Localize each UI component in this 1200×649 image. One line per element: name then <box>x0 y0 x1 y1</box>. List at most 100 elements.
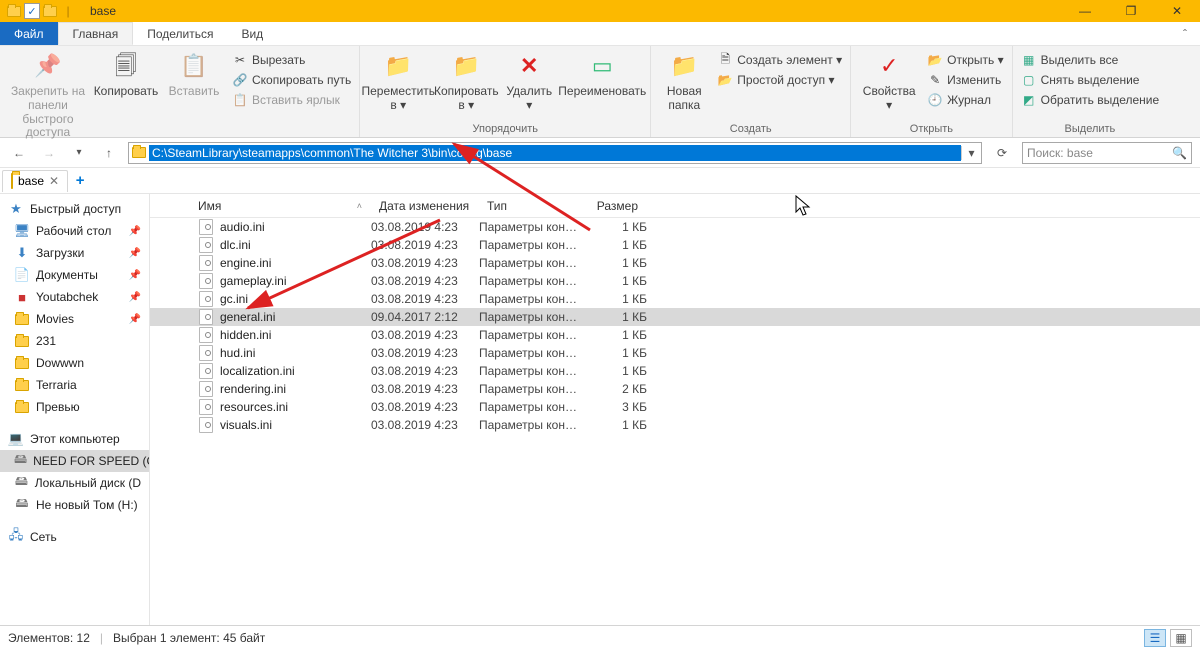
col-name[interactable]: Имя˄ <box>150 194 371 217</box>
minimize-button[interactable]: — <box>1062 0 1108 22</box>
navigation-pane[interactable]: ★Быстрый доступ 🖥Рабочий стол📌 ⬇Загрузки… <box>0 194 150 625</box>
home-tab[interactable]: Главная <box>58 22 134 45</box>
nav-movies[interactable]: Movies📌 <box>0 308 149 330</box>
new-group-title: Создать <box>659 121 842 135</box>
close-tab-icon[interactable]: ✕ <box>49 174 59 188</box>
paste-label: Вставить <box>169 85 220 99</box>
address-dropdown-icon[interactable]: ▾ <box>961 146 981 160</box>
file-row[interactable]: engine.ini03.08.2019 4:23Параметры конф.… <box>150 254 1200 272</box>
details-view-button[interactable]: ☰ <box>1144 629 1166 647</box>
address-path[interactable]: C:\SteamLibrary\steamapps\common\The Wit… <box>149 145 961 161</box>
back-button[interactable]: ← <box>8 142 30 164</box>
file-name: engine.ini <box>220 256 271 270</box>
ini-file-icon <box>198 363 214 379</box>
open-icon: 📂 <box>927 52 943 68</box>
file-row[interactable]: resources.ini03.08.2019 4:23Параметры ко… <box>150 398 1200 416</box>
paste-shortcut-icon: 📋 <box>232 92 248 108</box>
quick-access[interactable]: ★Быстрый доступ <box>0 198 149 220</box>
file-row[interactable]: hidden.ini03.08.2019 4:23Параметры конф.… <box>150 326 1200 344</box>
ini-file-icon <box>198 399 214 415</box>
file-row[interactable]: rendering.ini03.08.2019 4:23Параметры ко… <box>150 380 1200 398</box>
file-name: resources.ini <box>220 400 288 414</box>
file-row[interactable]: gameplay.ini03.08.2019 4:23Параметры кон… <box>150 272 1200 290</box>
address-field[interactable]: C:\SteamLibrary\steamapps\common\The Wit… <box>128 142 982 164</box>
file-row[interactable]: gc.ini03.08.2019 4:23Параметры конф...1 … <box>150 290 1200 308</box>
col-type[interactable]: Тип <box>479 194 580 217</box>
large-icons-view-button[interactable]: ▦ <box>1170 629 1192 647</box>
nav-nfs[interactable]: 🖴NEED FOR SPEED (G <box>0 450 149 472</box>
select-none-button[interactable]: ▢Снять выделение <box>1021 70 1160 90</box>
view-tab[interactable]: Вид <box>227 22 277 45</box>
file-row[interactable]: hud.ini03.08.2019 4:23Параметры конф...1… <box>150 344 1200 362</box>
nav-dowwwn[interactable]: Dowwwn <box>0 352 149 374</box>
maximize-button[interactable]: ❐ <box>1108 0 1154 22</box>
nav-thispc[interactable]: 💻Этот компьютер <box>0 428 149 450</box>
move-to-button[interactable]: 📁Переместить в ▾ <box>368 50 428 113</box>
file-row[interactable]: localization.ini03.08.2019 4:23Параметры… <box>150 362 1200 380</box>
delete-button[interactable]: ✕Удалить ▾ <box>504 50 554 113</box>
ribbon-collapse-button[interactable]: ˆ <box>1170 22 1200 45</box>
file-row[interactable]: general.ini09.04.2017 2:12Параметры конф… <box>150 308 1200 326</box>
pin-to-quick-access-button[interactable]: 📌 Закрепить на панели быстрого доступа <box>8 50 88 140</box>
file-name: hidden.ini <box>220 328 271 342</box>
nav-network[interactable]: 🖧Сеть <box>0 526 149 548</box>
history-button[interactable]: 🕘Журнал <box>927 90 1003 110</box>
qa-folder-icon[interactable] <box>42 3 58 19</box>
nav-nenovy[interactable]: 🖴Не новый Том (H:) <box>0 494 149 516</box>
organize-group-title: Упорядочить <box>368 121 642 135</box>
cut-button[interactable]: ✂Вырезать <box>232 50 351 70</box>
ini-file-icon <box>198 327 214 343</box>
file-type: Параметры конф... <box>479 382 580 396</box>
file-date: 03.08.2019 4:23 <box>371 346 479 360</box>
rename-button[interactable]: ▭Переименовать <box>562 50 642 99</box>
nav-terraria[interactable]: Terraria <box>0 374 149 396</box>
col-date[interactable]: Дата изменения <box>371 194 479 217</box>
pin-icon: 📌 <box>129 226 141 237</box>
select-none-icon: ▢ <box>1021 72 1037 88</box>
copy-path-button[interactable]: 🔗Скопировать путь <box>232 70 351 90</box>
col-size[interactable]: Размер <box>580 194 647 217</box>
nav-local[interactable]: 🖴Локальный диск (D <box>0 472 149 494</box>
qa-checkbox-icon[interactable]: ✓ <box>24 3 40 19</box>
up-button[interactable]: ↑ <box>98 142 120 164</box>
nav-downloads[interactable]: ⬇Загрузки📌 <box>0 242 149 264</box>
file-row[interactable]: audio.ini03.08.2019 4:23Параметры конф..… <box>150 218 1200 236</box>
folder-tab[interactable]: base ✕ <box>2 170 68 192</box>
nav-youtabchek[interactable]: ■Youtabchek📌 <box>0 286 149 308</box>
paste-button[interactable]: 📋 Вставить <box>164 50 224 99</box>
new-folder-button[interactable]: 📁Новая папка <box>659 50 709 113</box>
file-row[interactable]: dlc.ini03.08.2019 4:23Параметры конф...1… <box>150 236 1200 254</box>
folder-icon <box>14 399 30 415</box>
ini-file-icon <box>198 291 214 307</box>
file-tab[interactable]: Файл <box>0 22 58 45</box>
copy-button[interactable]: 🗐 Копировать <box>96 50 156 99</box>
recent-button[interactable]: ▾ <box>68 142 90 164</box>
nav-preview[interactable]: Превью <box>0 396 149 418</box>
edit-button[interactable]: ✎Изменить <box>927 70 1003 90</box>
search-box[interactable]: Поиск: base 🔍 <box>1022 142 1192 164</box>
share-tab[interactable]: Поделиться <box>133 22 227 45</box>
nav-documents[interactable]: 📄Документы📌 <box>0 264 149 286</box>
file-row[interactable]: visuals.ini03.08.2019 4:23Параметры конф… <box>150 416 1200 434</box>
ini-file-icon <box>198 309 214 325</box>
new-tab-button[interactable]: + <box>70 171 90 191</box>
paste-shortcut-button[interactable]: 📋Вставить ярлык <box>232 90 351 110</box>
properties-button[interactable]: ✓Свойства ▾ <box>859 50 919 113</box>
file-rows: audio.ini03.08.2019 4:23Параметры конф..… <box>150 218 1200 434</box>
easy-access-button[interactable]: 📂Простой доступ ▾ <box>717 70 842 90</box>
close-button[interactable]: ✕ <box>1154 0 1200 22</box>
open-button[interactable]: 📂Открыть ▾ <box>927 50 1003 70</box>
column-headers: Имя˄ Дата изменения Тип Размер <box>150 194 1200 218</box>
nav-desktop[interactable]: 🖥Рабочий стол📌 <box>0 220 149 242</box>
refresh-button[interactable]: ⟳ <box>990 142 1014 164</box>
drive-icon: 🖴 <box>14 497 30 513</box>
new-item-button[interactable]: 🗎Создать элемент ▾ <box>717 50 842 70</box>
forward-button[interactable]: → <box>38 142 60 164</box>
file-size: 1 КБ <box>580 346 647 360</box>
nav-231[interactable]: 231 <box>0 330 149 352</box>
invert-selection-button[interactable]: ◩Обратить выделение <box>1021 90 1160 110</box>
file-size: 1 КБ <box>580 274 647 288</box>
select-all-button[interactable]: ▦Выделить все <box>1021 50 1160 70</box>
file-pane[interactable]: Имя˄ Дата изменения Тип Размер audio.ini… <box>150 194 1200 625</box>
copy-to-button[interactable]: 📁Копировать в ▾ <box>436 50 496 113</box>
